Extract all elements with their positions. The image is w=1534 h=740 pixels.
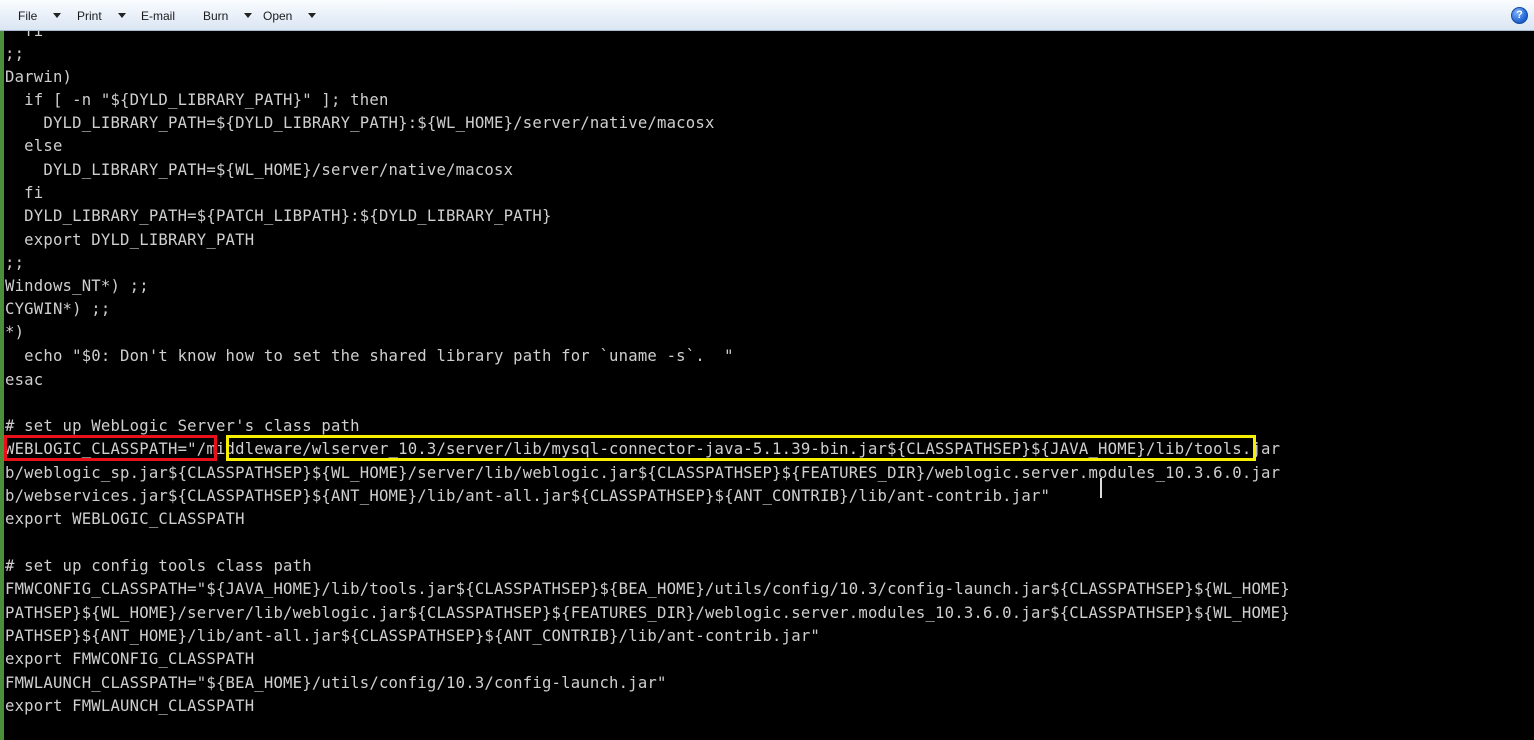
terminal-line: ;;	[5, 45, 25, 63]
terminal-line: DYLD_LIBRARY_PATH=${PATCH_LIBPATH}:${DYL…	[5, 207, 552, 225]
terminal-line: # set up config tools class path	[5, 557, 312, 575]
email-button-label: E-mail	[141, 8, 176, 23]
print-menu[interactable]: Print	[77, 0, 126, 31]
terminal-line: PATHSEP}${ANT_HOME}/lib/ant-all.jar${CLA…	[5, 627, 820, 645]
terminal-line: b/weblogic_sp.jar${CLASSPATHSEP}${WL_HOM…	[5, 464, 1281, 482]
chevron-down-icon	[117, 13, 126, 18]
text-cursor	[1100, 478, 1102, 498]
terminal-line: export FMWLAUNCH_CLASSPATH	[5, 697, 255, 715]
chevron-down-icon	[308, 13, 317, 18]
terminal-line: if [ -n "${DYLD_LIBRARY_PATH}" ]; then	[5, 91, 389, 109]
terminal-line: PATHSEP}${WL_HOME}/server/lib/weblogic.j…	[5, 604, 1290, 622]
terminal-line: *)	[5, 323, 25, 341]
file-menu-label: File	[18, 8, 38, 23]
open-menu-label: Open	[263, 8, 293, 23]
terminal-line: fi	[5, 31, 44, 40]
terminal-line: export FMWCONFIG_CLASSPATH	[5, 650, 255, 668]
burn-menu[interactable]: Burn	[203, 0, 253, 31]
terminal-line: esac	[5, 371, 44, 389]
open-menu[interactable]: Open	[263, 0, 317, 31]
terminal-line: DYLD_LIBRARY_PATH=${WL_HOME}/server/nati…	[5, 161, 514, 179]
file-menu[interactable]: File	[18, 0, 62, 31]
mysql-connector-jar-highlight	[226, 435, 1256, 461]
burn-menu-label: Burn	[203, 8, 229, 23]
terminal-line: b/webservices.jar${CLASSPATHSEP}${ANT_HO…	[5, 487, 1051, 505]
terminal-line: ;;	[5, 254, 25, 272]
terminal-line: CYGWIN*) ;;	[5, 300, 111, 318]
print-menu-label: Print	[77, 8, 102, 23]
terminal-line: echo "$0: Don't know how to set the shar…	[5, 347, 734, 365]
terminal-line: Windows_NT*) ;;	[5, 277, 149, 295]
viewer-toolbar: File Print E-mail Burn Open ?	[0, 0, 1534, 31]
terminal-line: FMWCONFIG_CLASSPATH="${JAVA_HOME}/lib/to…	[5, 580, 1290, 598]
terminal-line: export WEBLOGIC_CLASSPATH	[5, 510, 245, 528]
terminal-screenshot: fi ;; Darwin) if [ -n "${DYLD_LIBRARY_PA…	[0, 31, 1534, 740]
terminal-line: export DYLD_LIBRARY_PATH	[5, 231, 255, 249]
classpath-variable-highlight	[4, 435, 217, 461]
terminal-line: FMWLAUNCH_CLASSPATH="${BEA_HOME}/utils/c…	[5, 674, 667, 692]
terminal-line: else	[5, 137, 63, 155]
chevron-down-icon	[244, 13, 253, 18]
terminal-line: DYLD_LIBRARY_PATH=${DYLD_LIBRARY_PATH}:$…	[5, 114, 715, 132]
chevron-down-icon	[53, 13, 62, 18]
help-icon[interactable]: ?	[1511, 7, 1528, 24]
terminal-line: Darwin)	[5, 68, 73, 86]
email-button[interactable]: E-mail	[141, 0, 175, 31]
terminal-line: fi	[5, 184, 44, 202]
